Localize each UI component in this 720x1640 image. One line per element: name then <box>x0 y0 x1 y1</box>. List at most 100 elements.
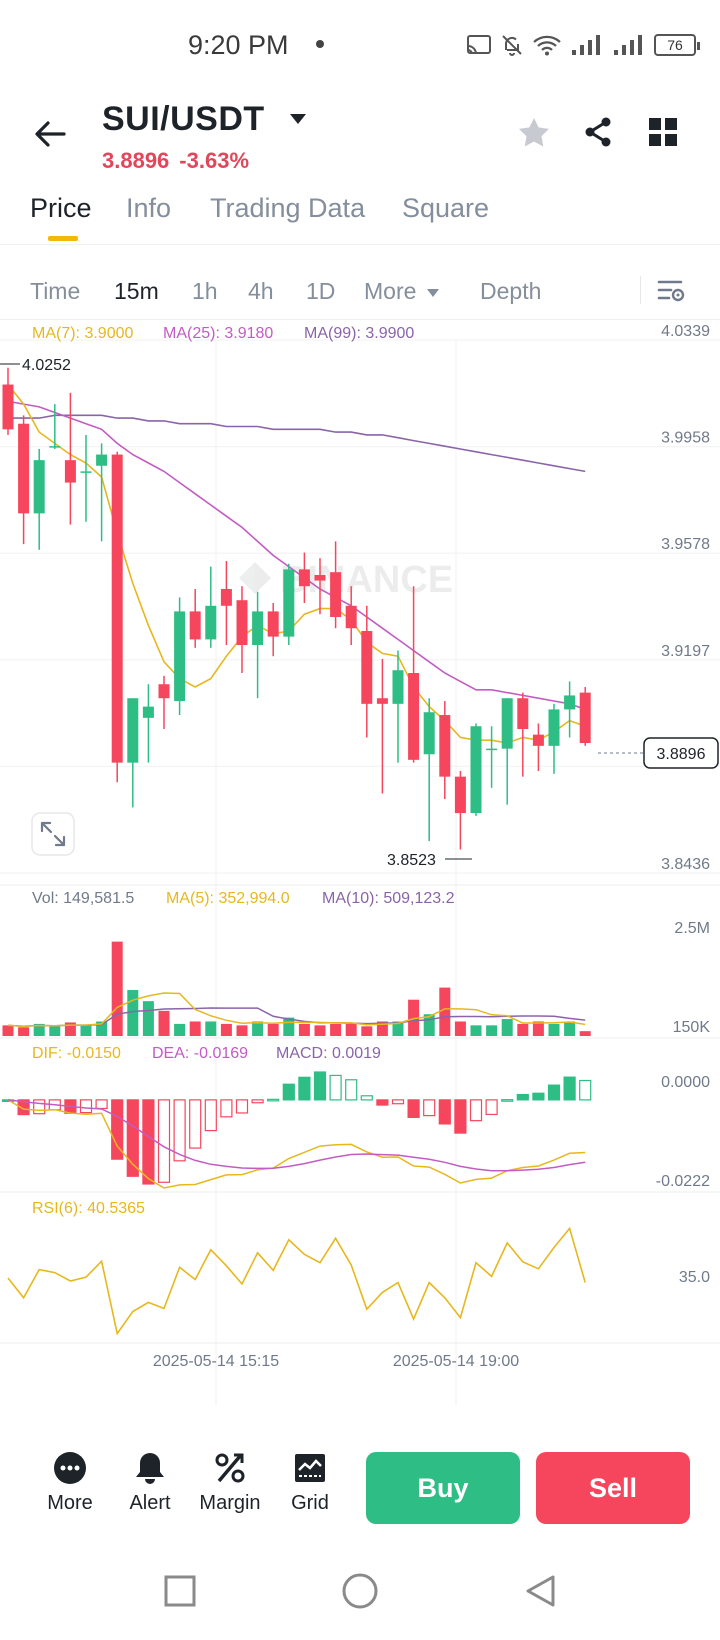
macd-histogram-bar <box>313 1071 327 1101</box>
macd-histogram-bar <box>95 1099 108 1110</box>
macd-histogram-bar <box>345 1079 358 1101</box>
candle-body <box>470 726 482 814</box>
candle-body <box>439 715 451 777</box>
margin-tool[interactable]: Margin <box>190 1448 270 1515</box>
candle-body <box>189 611 201 640</box>
volume-bar <box>205 1021 217 1036</box>
volume-bar <box>314 1025 326 1036</box>
dea-legend: DEA: -0.0169 <box>152 1045 248 1062</box>
volume-bar <box>486 1025 498 1036</box>
caret-down-icon <box>290 114 306 124</box>
share-button[interactable] <box>578 112 618 152</box>
candle-body <box>376 698 388 704</box>
volume-bar <box>18 1027 30 1036</box>
time-label-1: 2025-05-14 15:15 <box>153 1353 279 1370</box>
price-line: 3.8896 -3.63% <box>102 148 259 174</box>
candle-body <box>220 588 232 606</box>
macd-histogram-bar <box>469 1099 483 1122</box>
candle-body <box>158 684 170 699</box>
volume-bar <box>501 1019 513 1036</box>
system-nav-bar <box>0 1555 720 1635</box>
macd-histogram-bar <box>267 1098 280 1102</box>
interval-bar: Time 15m 1h 4h 1D More Depth <box>0 262 720 320</box>
battery-icon: 76 <box>654 34 700 56</box>
ma7-legend: MA(7): 3.9000 <box>32 325 133 342</box>
star-icon <box>519 118 549 147</box>
back-nav-button[interactable] <box>518 1569 562 1613</box>
recents-button[interactable] <box>158 1569 202 1613</box>
interval-depth[interactable]: Depth <box>480 278 541 305</box>
macd-histogram-bar <box>298 1076 311 1101</box>
macd-histogram-bar <box>235 1099 249 1114</box>
candle-body <box>423 712 435 755</box>
macd-histogram-bar <box>423 1099 436 1117</box>
macd-histogram-bar <box>79 1099 93 1114</box>
more-tool[interactable]: More <box>30 1448 110 1515</box>
volume-bar <box>470 1025 482 1036</box>
fullscreen-button[interactable] <box>31 812 75 856</box>
status-bar: 9:20 PM 76 <box>0 0 720 90</box>
volume-axis-min: 150K <box>673 1019 711 1036</box>
interval-15m[interactable]: 15m <box>114 278 159 305</box>
candle-body <box>142 706 154 718</box>
ma25-line <box>7 400 586 711</box>
candle-body <box>548 709 560 746</box>
margin-tool-label: Margin <box>199 1492 261 1514</box>
bottom-action-bar: More Alert Margin Grid Buy Sell <box>0 1440 720 1530</box>
dif-legend: DIF: -0.0150 <box>32 1045 121 1062</box>
vol-ma5-legend: MA(5): 352,994.0 <box>166 890 290 907</box>
tab-trading-data[interactable]: Trading Data <box>210 193 365 224</box>
price-axis-label: 4.0339 <box>661 323 710 340</box>
interval-more[interactable]: More <box>364 278 439 305</box>
volume-bar <box>267 1023 279 1036</box>
candle-body <box>330 572 342 618</box>
home-button[interactable] <box>338 1569 382 1613</box>
volume-bar <box>454 1021 466 1036</box>
back-button[interactable] <box>30 114 70 154</box>
pair-dropdown-button[interactable] <box>286 104 310 134</box>
cast-icon <box>467 35 491 55</box>
vol-ma10-legend: MA(10): 509,123.2 <box>322 890 455 907</box>
active-tab-indicator <box>48 236 78 241</box>
vol-ma10-line <box>7 1007 586 1028</box>
tab-square[interactable]: Square <box>402 193 489 224</box>
pair-title[interactable]: SUI/USDT <box>102 100 265 139</box>
tab-price[interactable]: Price <box>30 193 92 224</box>
grid-tool[interactable]: Grid <box>270 1448 350 1515</box>
alert-tool[interactable]: Alert <box>110 1448 190 1515</box>
candle-body <box>486 748 498 751</box>
sell-button[interactable]: Sell <box>536 1452 690 1524</box>
layout-button[interactable] <box>643 112 683 152</box>
chart-settings-button[interactable] <box>655 276 689 306</box>
caret-down-icon <box>426 288 439 297</box>
interval-4h[interactable]: 4h <box>248 278 274 305</box>
interval-time[interactable]: Time <box>30 278 80 305</box>
favorite-button[interactable] <box>514 112 554 152</box>
bell-off-icon <box>502 35 522 56</box>
notification-dot <box>316 40 324 48</box>
circle-icon <box>342 1573 378 1609</box>
candle-body <box>96 454 108 466</box>
macd-histogram-bar <box>282 1083 295 1101</box>
volume-bar <box>330 1023 342 1036</box>
interval-1h[interactable]: 1h <box>192 278 218 305</box>
dif-line <box>7 1099 586 1189</box>
kline-chart-svg[interactable]: BINANCE 4.03393.99583.95783.91973.88173.… <box>0 320 720 1410</box>
volume-bar <box>80 1025 92 1036</box>
volume-bar <box>564 1021 576 1036</box>
buy-button[interactable]: Buy <box>366 1452 520 1524</box>
divider <box>640 276 641 304</box>
volume-bar <box>579 1031 591 1036</box>
macd-histogram-bar <box>438 1099 451 1125</box>
share-icon <box>585 117 611 147</box>
candle-body <box>205 605 217 640</box>
price-axis-label: 3.9958 <box>661 430 710 447</box>
high-price-label: 4.0252 <box>22 357 71 374</box>
interval-1d[interactable]: 1D <box>306 278 335 305</box>
candle-body <box>564 695 576 710</box>
candle-body <box>127 698 139 763</box>
tab-info[interactable]: Info <box>126 193 171 224</box>
kline-chart[interactable]: BINANCE 4.03393.99583.95783.91973.88173.… <box>0 320 720 1410</box>
macd-histogram-bar <box>204 1099 217 1132</box>
signal-icon <box>572 35 600 55</box>
